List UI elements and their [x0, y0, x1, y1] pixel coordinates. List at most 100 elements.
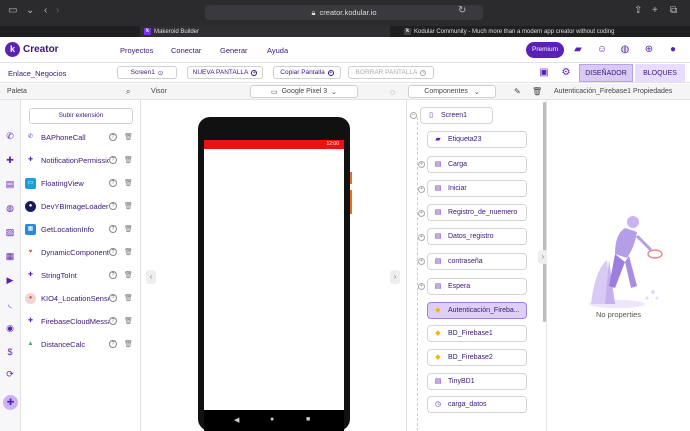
share-icon[interactable]: ⇪ — [634, 6, 642, 16]
chevron-right-icon[interactable]: › — [390, 270, 400, 284]
community-icon[interactable]: ☺ — [596, 44, 608, 56]
info-icon[interactable]: ? — [109, 202, 117, 210]
extensions-icon[interactable]: ✚ — [3, 395, 18, 410]
gallery-icon[interactable]: ▣ — [538, 67, 550, 79]
eye-off-icon[interactable]: ◌ — [390, 87, 395, 97]
trash-icon[interactable]: 🗑︎ — [124, 271, 133, 280]
components-scrollbar[interactable] — [543, 102, 546, 322]
palette-item[interactable]: ▲ DistanceCalc ? 🗑︎ — [25, 337, 137, 351]
tab-overview-icon[interactable]: ⧉ — [670, 6, 677, 16]
premium-button[interactable]: Premium — [526, 42, 564, 58]
layout-icon[interactable]: ▦ — [4, 250, 16, 262]
blocks-tab[interactable]: BLOQUES — [635, 64, 685, 82]
new-tab-icon[interactable]: + — [652, 6, 658, 16]
designer-tab[interactable]: DISEÑADOR — [579, 64, 633, 82]
language-icon[interactable]: ⊕ — [643, 44, 655, 56]
sidebar-toggle-icon[interactable]: ▭ — [8, 6, 17, 16]
device-selector[interactable]: ▭ Google Pixel 3 ⌄ — [250, 85, 358, 98]
component-item[interactable]: ◷ carga_datos — [427, 396, 527, 413]
trash-icon[interactable]: 🗑︎ — [124, 248, 133, 257]
palette-item[interactable]: ● KIO4_LocationSensor ? 🗑︎ — [25, 291, 137, 305]
pencil-icon[interactable]: ✎ — [514, 87, 521, 96]
info-icon[interactable]: ? — [109, 156, 117, 164]
palette-item[interactable]: ✚ FirebaseCloudMessaging ? 🗑︎ — [25, 314, 137, 328]
palette-icon[interactable]: ◍ — [619, 44, 631, 56]
play-icon[interactable]: ▶ — [4, 274, 16, 286]
trash-icon[interactable]: 🗑︎ — [124, 294, 133, 303]
tab-kodular-community[interactable]: k Kodular Community - Much more than a m… — [400, 26, 685, 37]
info-icon[interactable]: ? — [109, 179, 117, 187]
menu-generar[interactable]: Generar — [220, 46, 248, 55]
account-icon[interactable]: ● — [667, 44, 679, 56]
window-icon[interactable]: ▤ — [4, 178, 16, 190]
screen-selector[interactable]: Screen1 ⊙ — [117, 66, 177, 79]
image-icon[interactable]: ▨ — [4, 226, 16, 238]
trash-icon[interactable]: 🗑︎ — [124, 179, 133, 188]
camera-icon[interactable]: ◉ — [4, 322, 16, 334]
chevron-down-icon[interactable]: ⌄ — [26, 6, 34, 16]
folder-icon[interactable]: ▰ — [572, 44, 584, 56]
sync-icon[interactable]: ⟳ — [4, 368, 16, 380]
expand-icon[interactable]: + — [418, 258, 425, 265]
component-item[interactable]: ▤ Datos_registro — [427, 228, 527, 245]
trash-icon[interactable]: 🗑︎ — [532, 87, 542, 96]
component-item-selected[interactable]: ◆ Autenticación_Fireba... — [427, 302, 527, 319]
info-icon[interactable]: ? — [109, 317, 117, 325]
tab-makeroid-builder[interactable]: k Makeroid Builder — [140, 26, 390, 37]
info-icon[interactable]: ? — [109, 340, 117, 348]
menu-conectar[interactable]: Conectar — [171, 46, 201, 55]
palette-item[interactable]: ● DevYBImageLoader ? 🗑︎ — [25, 199, 137, 213]
delete-screen-button[interactable]: BORRAR PANTALLA × — [348, 66, 434, 79]
phone-screen[interactable]: 12:00 — [204, 140, 344, 410]
palette-item[interactable]: ✚ StringToInt ? 🗑︎ — [25, 268, 137, 282]
info-icon[interactable]: ? — [109, 133, 117, 141]
palette-item[interactable]: ▭ FloatingView ? 🗑︎ — [25, 176, 137, 190]
gear-icon[interactable]: ⚙ — [560, 67, 572, 79]
money-icon[interactable]: $ — [4, 346, 16, 358]
expand-icon[interactable]: + — [418, 161, 425, 168]
expand-icon[interactable]: + — [418, 186, 425, 193]
component-item[interactable]: ▤ Iniciar — [427, 180, 527, 197]
info-icon[interactable]: ? — [109, 294, 117, 302]
info-icon[interactable]: ? — [109, 271, 117, 279]
url-bar[interactable]: 🔒︎ creator.kodular.io — [205, 5, 483, 20]
new-screen-button[interactable]: NUEVA PANTALLA + — [187, 66, 263, 79]
component-item[interactable]: ▤ contraseña — [427, 253, 527, 270]
trash-icon[interactable]: 🗑︎ — [124, 202, 133, 211]
palette-item[interactable]: ✆ BAPhoneCall ? 🗑︎ — [25, 130, 137, 144]
trash-icon[interactable]: 🗑︎ — [124, 156, 133, 165]
menu-ayuda[interactable]: Ayuda — [267, 46, 288, 55]
component-item[interactable]: ▤ Carga — [427, 156, 527, 173]
trash-icon[interactable]: 🗑︎ — [124, 225, 133, 234]
trash-icon[interactable]: 🗑︎ — [124, 317, 133, 326]
forward-icon[interactable]: › — [56, 6, 59, 16]
components-selector[interactable]: Componentes ⌄ — [408, 85, 496, 98]
palette-item[interactable]: ♥ DynamicComponents ? 🗑︎ — [25, 245, 137, 259]
chevron-left-icon[interactable]: ‹ — [146, 270, 156, 284]
menu-proyectos[interactable]: Proyectos — [120, 46, 153, 55]
rss-icon[interactable]: ◟ — [4, 298, 16, 310]
puzzle-icon[interactable]: ✚ — [4, 154, 16, 166]
copy-screen-button[interactable]: Copiar Pantalla + — [273, 66, 341, 79]
expand-icon[interactable]: + — [418, 283, 425, 290]
phone-icon[interactable]: ✆ — [4, 130, 16, 142]
component-item[interactable]: ▤ TinyBD1 — [427, 373, 527, 390]
expand-icon[interactable]: + — [418, 210, 425, 217]
info-icon[interactable]: ? — [109, 248, 117, 256]
component-item[interactable]: ▰ Etiqueta23 — [427, 131, 527, 148]
collapse-icon[interactable]: – — [410, 112, 417, 119]
palette-item[interactable]: ▦ GetLocationInfo ? 🗑︎ — [25, 222, 137, 236]
upload-extension-button[interactable]: Subir extensión — [29, 108, 133, 124]
info-icon[interactable]: ? — [109, 225, 117, 233]
component-item[interactable]: ▤ Registro_de_nuemero — [427, 204, 527, 221]
reload-icon[interactable]: ↻ — [458, 6, 466, 16]
palette-item[interactable]: ✚ NotificationPermission ? 🗑︎ — [25, 153, 137, 167]
component-item[interactable]: ▯ Screen1 — [420, 107, 493, 124]
trash-icon[interactable]: 🗑︎ — [124, 340, 133, 349]
component-item[interactable]: ◆ BD_Firebase1 — [427, 325, 527, 342]
search-icon[interactable]: ⌕ — [126, 87, 130, 97]
component-item[interactable]: ▤ Espera — [427, 278, 527, 295]
back-icon[interactable]: ‹ — [44, 6, 47, 16]
palette-icon[interactable]: ◍ — [4, 202, 16, 214]
trash-icon[interactable]: 🗑︎ — [124, 133, 133, 142]
